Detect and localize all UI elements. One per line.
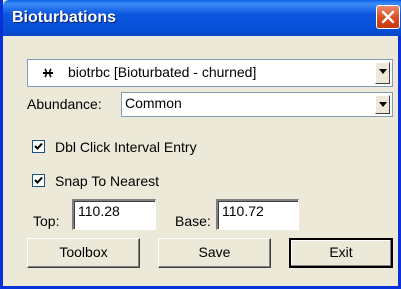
dbl-click-label[interactable]: Dbl Click Interval Entry (55, 139, 197, 155)
abundance-select-value: Common (125, 95, 182, 111)
top-label: Top: (33, 213, 60, 229)
bioturbation-symbol-icon (43, 68, 53, 78)
exit-button[interactable]: Exit (289, 238, 393, 268)
chevron-down-icon (379, 69, 387, 74)
base-input[interactable]: 110.72 (216, 199, 299, 230)
checkmark-icon (34, 142, 43, 150)
window-title: Bioturbations (12, 9, 116, 26)
abundance-label: Abundance: (27, 96, 102, 112)
close-button[interactable] (376, 5, 400, 29)
dbl-click-checkbox[interactable] (32, 140, 45, 153)
bioturbation-select[interactable]: biotrbc [Bioturbated - churned] (27, 59, 393, 87)
top-input-value: 110.28 (78, 203, 120, 219)
bioturbations-dialog: Bioturbations biotrbc [Bioturbated - chu… (0, 0, 401, 289)
base-input-value: 110.72 (222, 203, 264, 219)
title-bar[interactable]: Bioturbations (3, 0, 401, 36)
abundance-select[interactable]: Common (121, 92, 393, 117)
toolbox-button[interactable]: Toolbox (27, 238, 140, 268)
checkmark-icon (34, 176, 43, 184)
chevron-down-icon (379, 102, 387, 107)
save-button[interactable]: Save (158, 238, 271, 268)
snap-to-nearest-label[interactable]: Snap To Nearest (55, 173, 159, 189)
bioturbation-select-value: biotrbc [Bioturbated - churned] (68, 64, 257, 80)
base-label: Base: (175, 213, 211, 229)
bioturbation-dropdown-button[interactable] (375, 62, 390, 84)
top-input[interactable]: 110.28 (72, 199, 156, 230)
snap-to-nearest-checkbox[interactable] (32, 174, 45, 187)
close-icon (381, 10, 395, 24)
abundance-dropdown-button[interactable] (375, 95, 390, 114)
